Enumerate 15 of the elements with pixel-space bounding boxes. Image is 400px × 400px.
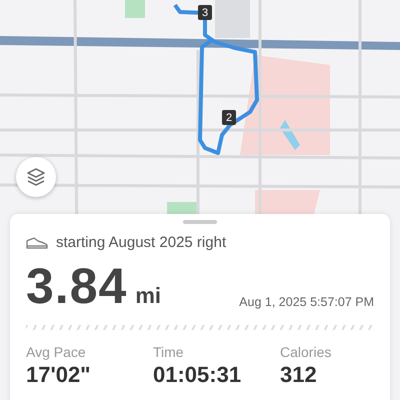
stat-value: 01:05:31 — [153, 362, 242, 388]
stat-value: 312 — [280, 362, 318, 388]
activity-title: starting August 2025 right — [56, 234, 226, 251]
map-marker[interactable]: 2 — [222, 110, 236, 125]
distance-value: 3.84 — [26, 261, 128, 311]
map-marker[interactable]: 3 — [198, 5, 212, 20]
shoe-icon — [26, 236, 48, 248]
stat-label: Avg Pace — [26, 344, 87, 360]
layers-icon — [25, 166, 47, 188]
stat-value: 17'02" — [26, 362, 92, 388]
drag-handle[interactable] — [183, 220, 217, 224]
distance-unit: mi — [135, 283, 162, 309]
activity-datetime: Aug 1, 2025 5:57:07 PM — [239, 295, 374, 309]
stat-label: Calories — [280, 344, 332, 360]
stat-label: Time — [153, 344, 185, 360]
